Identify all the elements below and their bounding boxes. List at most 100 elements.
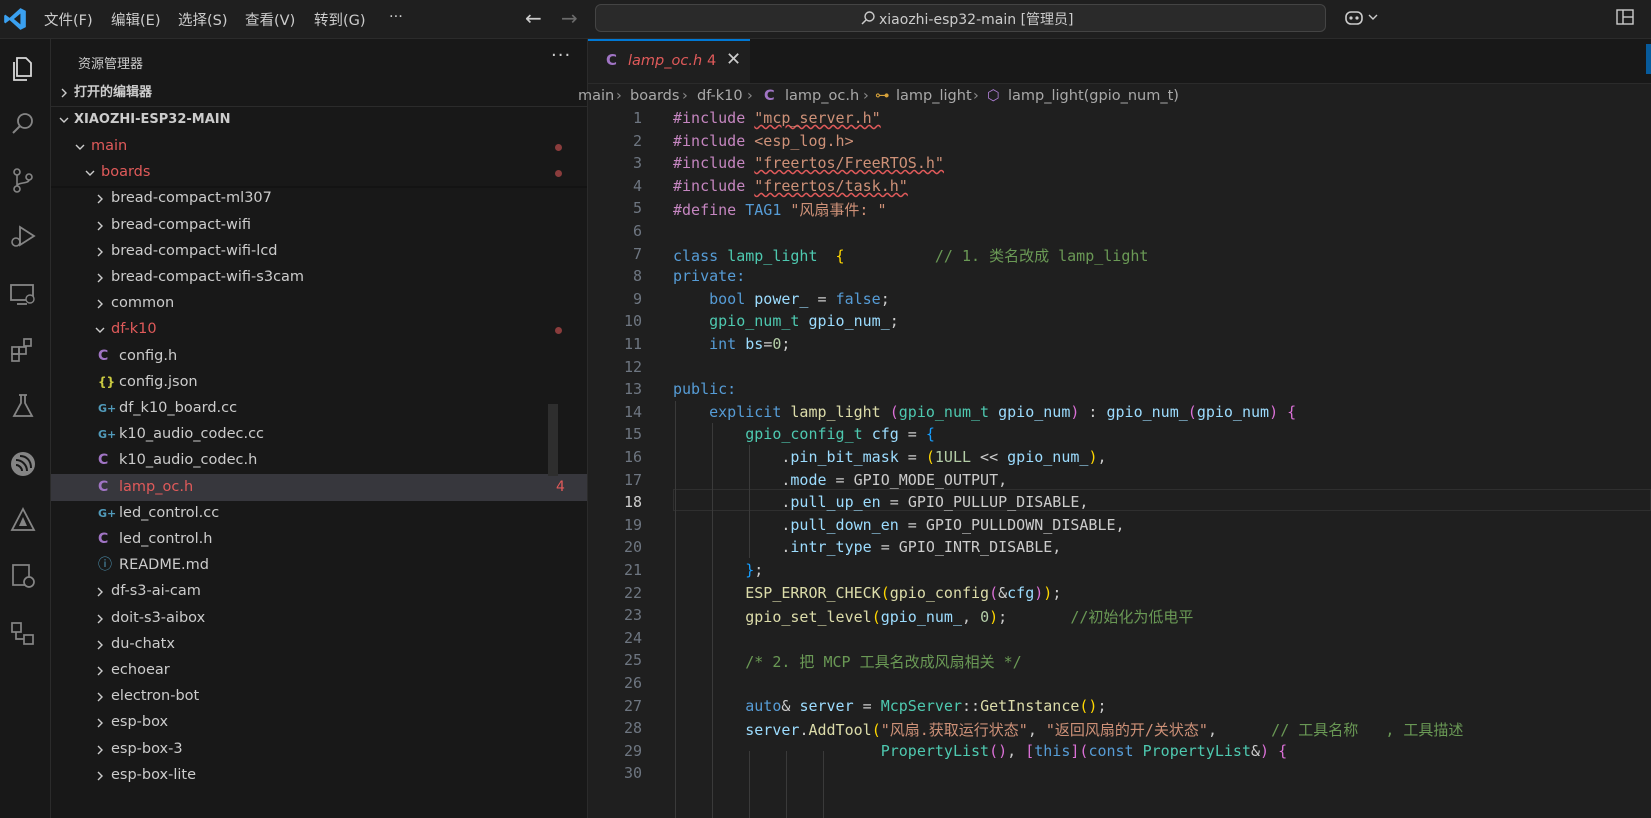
chevron-right-icon [97,247,103,257]
tree-item-df-k10[interactable]: df-k10 [51,316,587,343]
vscode-logo-icon[interactable] [2,6,28,32]
menu-edit[interactable]: 编辑(E) [111,9,160,30]
tree-item-echoear[interactable]: echoear [51,657,587,684]
menu-file[interactable]: 文件(F) [44,9,93,30]
code-line: }; [745,561,764,579]
modified-dot-icon [555,327,562,335]
modified-dot-icon [555,144,562,151]
tree-item-df-k10-board-cc[interactable]: G+ df_k10_board.cc [51,395,587,422]
tree-item-label: k10_audio_codec.h [119,452,258,469]
workspace-root[interactable]: XIAOZHI-ESP32-MAIN [51,106,587,133]
c-file-icon: C [98,452,109,469]
tree-item-boards[interactable]: boards [51,159,587,186]
tree-item-bread-compact-wifi[interactable]: bread-compact-wifi [51,212,587,239]
tree-item-readme-md[interactable]: ⓘ README.md [51,552,587,579]
activity-bar [0,39,51,818]
extensions-icon[interactable] [8,335,38,365]
minimap-indicator [1646,44,1651,74]
tree-item-bread-compact-ml307[interactable]: bread-compact-ml307 [51,185,587,212]
tab-lamp-oc-h[interactable]: C lamp_oc.h 4 ✕ [588,39,750,83]
tree-item-k10-audio-codec-cc[interactable]: G+ k10_audio_codec.cc [51,421,587,448]
tree-item-label: k10_audio_codec.cc [119,426,265,443]
back-arrow-icon[interactable]: ← [525,6,542,30]
tree-item-label: led_control.cc [119,504,220,521]
code-line: .mode = GPIO_MODE_OUTPUT, [673,470,1008,489]
c-file-icon: C [98,531,109,547]
tree-item-label: common [111,295,175,312]
forward-arrow-icon[interactable]: → [561,6,578,30]
c-file-icon: C [98,347,109,364]
info-icon: ⓘ [98,557,112,574]
tree-item-lamp-oc-h[interactable]: Clamp_oc.h 4 [51,473,587,501]
remote-explorer-icon[interactable] [8,279,38,309]
tree-item-esp-box-lite[interactable]: esp-box-lite [51,762,587,789]
code-line: #include "freertos/task.h" [673,176,908,195]
testing-flask-icon[interactable] [8,391,38,421]
search-icon[interactable] [8,109,38,139]
chevron-down-icon[interactable] [1368,12,1378,22]
menu-go[interactable]: 转到(G) [314,9,366,30]
component-manager-icon[interactable] [8,619,38,649]
search-icon [861,11,875,25]
tree-item-du-chatx[interactable]: du-chatx [51,631,587,658]
problem-count-badge: 4 [556,478,565,495]
chevron-down-icon [75,144,85,150]
tree-item-label: esp-box-3 [111,740,183,757]
breadcrumb-df-k10[interactable]: df-k10 [697,88,743,104]
tree-item-esp-box-3[interactable]: esp-box-3 [51,736,587,763]
device-config-icon[interactable] [8,561,38,591]
command-center-search[interactable]: xiaozhi-esp32-main [管理员] [595,4,1326,32]
open-editors-section[interactable]: 打开的编辑器 [51,79,587,106]
tree-item-led-control-cc[interactable]: G+ led_control.cc [51,500,587,527]
breadcrumb-boards[interactable]: boards [630,88,679,104]
tree-item-label: df-s3-ai-cam [111,583,201,600]
breadcrumb-file[interactable]: lamp_oc.h [785,88,859,104]
espressif-icon[interactable] [8,449,38,479]
tree-item-doit-s3-aibox[interactable]: doit-s3-aibox [51,605,587,632]
code-editor[interactable]: 1 #include "mcp_server.h" 2 #include <esp_l… [588,109,1651,818]
close-icon[interactable]: ✕ [726,49,741,70]
tree-item-common[interactable]: common [51,290,587,317]
breadcrumb-separator-icon: › [682,88,688,104]
menu-view[interactable]: 查看(V) [245,9,295,30]
line-number: 16 [623,448,642,466]
chevron-down-icon [85,170,95,177]
code-line: server.AddTool("风扇.获取运行状态", "返回风扇的开/关状态"… [745,721,1464,740]
tree-item-k10-audio-codec-h[interactable]: Ck10_audio_codec.h [51,447,587,474]
tree-item-electron-bot[interactable]: electron-bot [51,683,587,710]
source-control-icon[interactable] [8,165,38,195]
tree-item-config-h[interactable]: Cconfig.h [51,343,587,370]
breadcrumb-method[interactable]: lamp_light(gpio_num_t) [1008,88,1179,104]
run-debug-icon[interactable] [8,221,38,251]
tree-item-config-json[interactable]: {} config.json [51,369,587,396]
chevron-right-icon [97,692,103,702]
tree-item-label: du-chatx [111,635,175,652]
copilot-icon[interactable] [1343,8,1365,28]
tree-item-df-s3-ai-cam[interactable]: df-s3-ai-cam [51,578,587,605]
tree-item-led-control-h[interactable]: Cled_control.h [51,526,587,553]
tree-item-bread-compact-wifi-s3cam[interactable]: bread-compact-wifi-s3cam [51,264,587,291]
explorer-more-actions[interactable]: ··· [551,45,571,66]
tab-problem-count: 4 [707,53,717,69]
sidebar-scrollbar[interactable] [548,404,558,476]
line-number: 24 [623,628,642,647]
chevron-right-icon [97,640,103,650]
chevron-right-icon [97,745,103,755]
code-line: .pull_down_en = GPIO_PULLDOWN_DISABLE, [673,515,1125,534]
tree-item-main[interactable]: main [51,133,587,160]
breadcrumb-class[interactable]: lamp_light [896,88,972,104]
chevron-right-icon [97,718,103,728]
layout-panels-icon[interactable] [1616,9,1634,25]
menu-selection[interactable]: 选择(S) [178,9,228,30]
tree-item-bread-compact-wifi-lcd[interactable]: bread-compact-wifi-lcd [51,238,587,265]
menu-more[interactable]: ··· [389,9,403,25]
tree-item-label: esp-box-lite [111,766,197,783]
tree-item-esp-box[interactable]: esp-box [51,709,587,736]
line-number: 12 [623,357,642,376]
idf-tools-icon[interactable] [8,505,38,535]
line-number: 29 [623,741,642,760]
explorer-files-icon[interactable] [8,53,38,83]
code-line: gpio_set_level(gpio_num_, 0); //初始化为低电平 [745,608,1194,627]
chevron-right-icon [97,771,103,781]
breadcrumb-main[interactable]: main [578,88,614,104]
